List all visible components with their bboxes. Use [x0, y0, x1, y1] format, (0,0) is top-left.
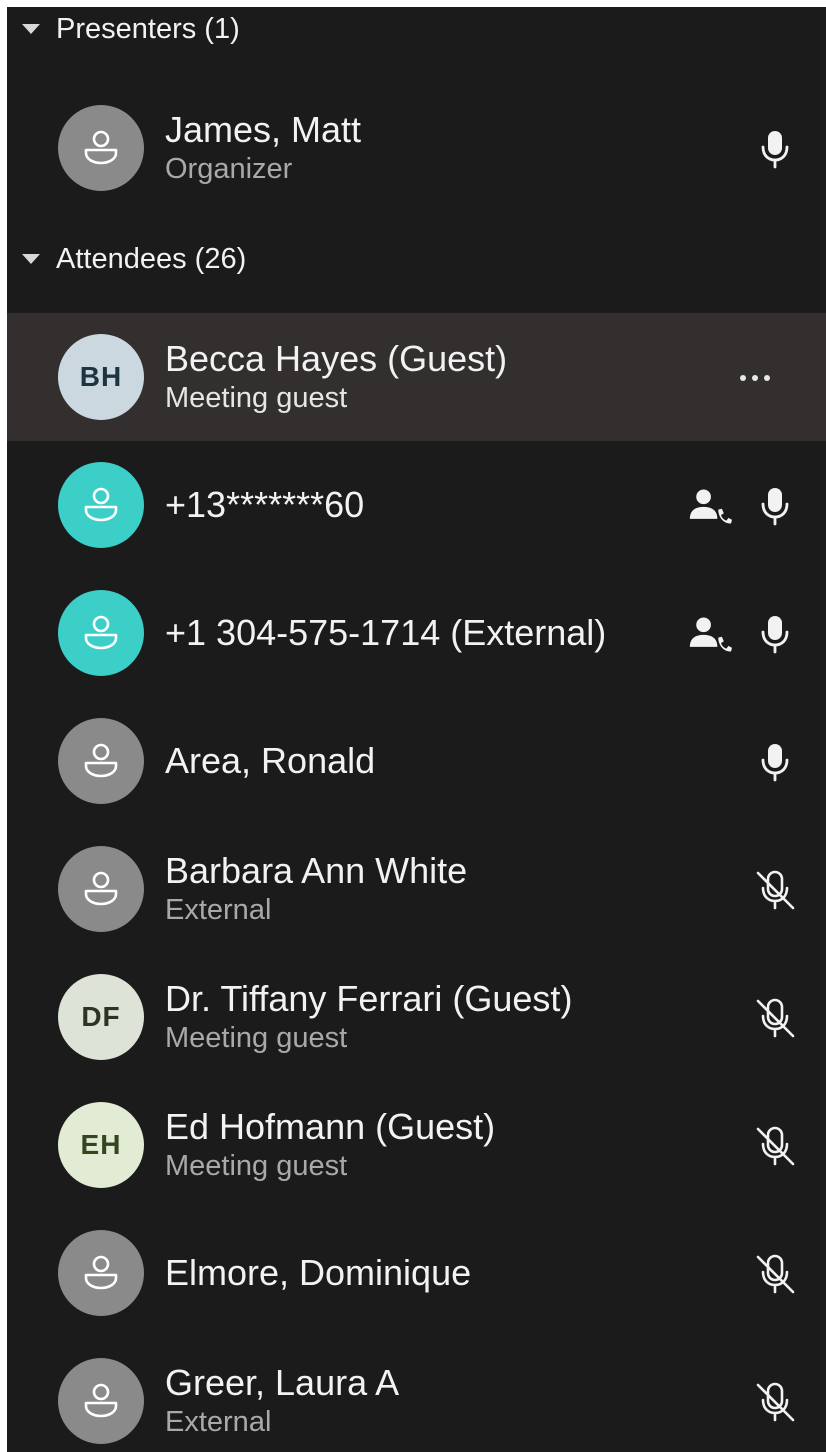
participant-role: Meeting guest	[165, 1022, 348, 1054]
avatar-initials: DF	[81, 1001, 121, 1032]
participant-role: External	[165, 894, 272, 926]
more-options-icon[interactable]	[733, 363, 777, 393]
presenters-section-header[interactable]: Presenters (1)	[7, 9, 826, 49]
participant-row[interactable]: Area, Ronald	[7, 697, 826, 825]
person-icon	[84, 743, 118, 778]
participant-text: Greer, Laura A External	[165, 1337, 626, 1452]
participant-role: External	[165, 1406, 272, 1438]
avatar	[58, 462, 144, 548]
avatar	[58, 846, 144, 932]
participant-row[interactable]: Barbara Ann White External	[7, 825, 826, 953]
participant-text: Barbara Ann White External	[165, 825, 626, 953]
microphone-icon[interactable]	[753, 740, 797, 784]
microphone-muted-icon[interactable]	[753, 1380, 797, 1424]
participant-name: Ed Hofmann (Guest)	[165, 1106, 496, 1147]
participant-text: Elmore, Dominique	[165, 1209, 626, 1337]
participant-row[interactable]: James, Matt Organizer	[7, 84, 826, 212]
attendees-section-label: Attendees (26)	[56, 242, 247, 275]
avatar	[58, 590, 144, 676]
participant-row[interactable]: +1 304-575-1714 (External)	[7, 569, 826, 697]
participant-name: Becca Hayes (Guest)	[165, 338, 508, 379]
person-icon	[84, 1255, 118, 1290]
avatar-initials: BH	[79, 361, 123, 392]
participant-name: Dr. Tiffany Ferrari (Guest)	[165, 978, 573, 1019]
avatar: DF	[58, 974, 144, 1060]
avatar	[58, 1358, 144, 1444]
participant-row[interactable]: +13*******60	[7, 441, 826, 569]
caret-down-icon	[22, 254, 40, 264]
participant-row[interactable]: Elmore, Dominique	[7, 1209, 826, 1337]
phone-user-icon	[688, 484, 732, 528]
avatar	[58, 105, 144, 191]
microphone-icon[interactable]	[753, 127, 797, 171]
participant-text: James, Matt Organizer	[165, 84, 626, 212]
person-icon	[84, 615, 118, 650]
avatar	[58, 718, 144, 804]
person-icon	[84, 130, 118, 165]
microphone-muted-icon[interactable]	[753, 1252, 797, 1296]
participant-name: +13*******60	[165, 484, 365, 525]
avatar: EH	[58, 1102, 144, 1188]
participant-role: Meeting guest	[165, 382, 348, 414]
microphone-muted-icon[interactable]	[753, 1124, 797, 1168]
avatar-initials: EH	[80, 1129, 122, 1160]
phone-user-icon	[688, 612, 732, 656]
participant-row[interactable]: EH Ed Hofmann (Guest) Meeting guest	[7, 1081, 826, 1209]
person-icon	[84, 1383, 118, 1418]
participant-row[interactable]: Greer, Laura A External	[7, 1337, 826, 1452]
microphone-icon[interactable]	[753, 612, 797, 656]
person-icon	[84, 871, 118, 906]
microphone-icon[interactable]	[753, 484, 797, 528]
participant-text: +13*******60	[165, 441, 626, 569]
caret-down-icon	[22, 24, 40, 34]
attendees-section-header[interactable]: Attendees (26)	[7, 239, 826, 279]
participant-text: Becca Hayes (Guest) Meeting guest	[165, 313, 626, 441]
person-icon	[84, 487, 118, 522]
participant-name: James, Matt	[165, 109, 362, 150]
participant-row[interactable]: BH Becca Hayes (Guest) Meeting guest	[7, 313, 826, 441]
participant-name: Barbara Ann White	[165, 850, 468, 891]
participants-panel: Presenters (1) James, Matt Organizer Att…	[7, 7, 826, 1452]
participant-name: Elmore, Dominique	[165, 1252, 472, 1293]
participant-text: Dr. Tiffany Ferrari (Guest) Meeting gues…	[165, 953, 626, 1081]
participant-role: Meeting guest	[165, 1150, 348, 1182]
microphone-muted-icon[interactable]	[753, 996, 797, 1040]
participant-text: +1 304-575-1714 (External)	[165, 569, 626, 697]
participant-role: Organizer	[165, 153, 293, 185]
participant-name: Greer, Laura A	[165, 1362, 400, 1403]
participant-name: Area, Ronald	[165, 740, 376, 781]
participant-name: +1 304-575-1714 (External)	[165, 612, 607, 653]
participant-text: Area, Ronald	[165, 697, 626, 825]
avatar	[58, 1230, 144, 1316]
microphone-muted-icon[interactable]	[753, 868, 797, 912]
participant-row[interactable]: DF Dr. Tiffany Ferrari (Guest) Meeting g…	[7, 953, 826, 1081]
participant-text: Ed Hofmann (Guest) Meeting guest	[165, 1081, 626, 1209]
presenters-section-label: Presenters (1)	[56, 12, 240, 45]
avatar: BH	[58, 334, 144, 420]
